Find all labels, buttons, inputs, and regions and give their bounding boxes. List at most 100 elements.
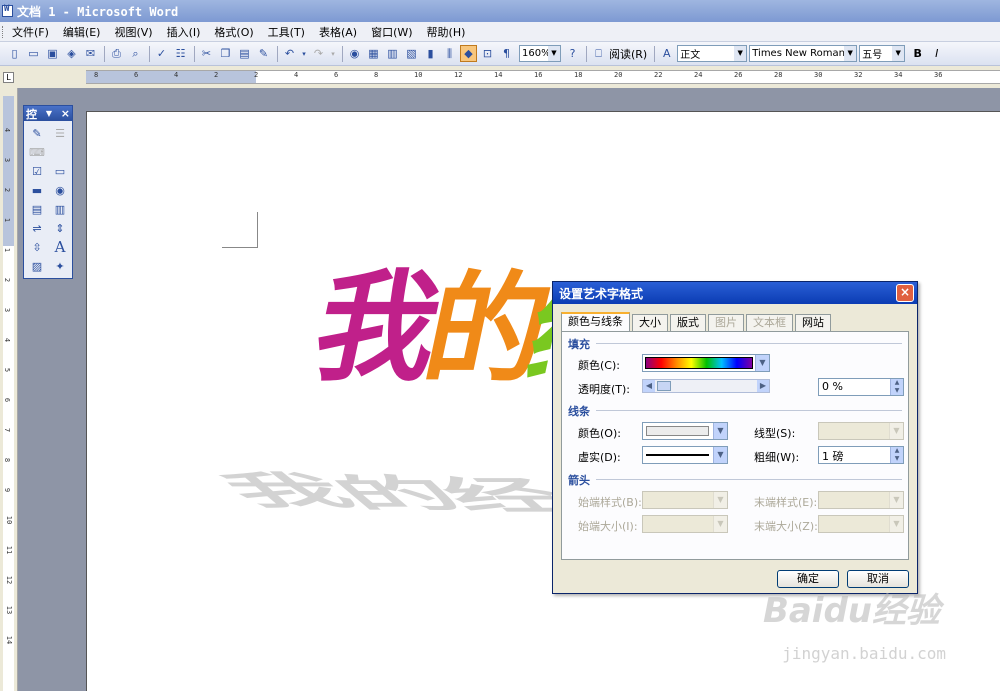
ruler-number: 12 [454,71,463,79]
transparency-slider[interactable]: ◀ ▶ [642,379,770,393]
menu-window[interactable]: 窗口(W) [369,23,414,41]
control-toolbox: 控 ▼ × ✎ ☰ ⌨ ☑ ▭ ▬ ◉ ▤ ▥ ⇌ ⇕ ⇳ A ▨ ✦ [23,105,73,279]
font-combo[interactable]: Times New Roman ▼ [749,45,858,62]
scrollbar-control-icon[interactable]: ⇳ [27,238,47,256]
label-control-icon[interactable]: A [50,238,70,256]
redo-dropdown-icon[interactable]: ▾ [329,45,337,62]
toolbar-separator [104,45,105,62]
control-toolbox-titlebar[interactable]: 控 ▼ × [24,106,72,121]
chevron-down-icon: ▼ [713,516,727,532]
spin-button-icon[interactable]: ⇕ [50,219,70,237]
tab-selector-icon[interactable]: L [3,72,14,83]
email-icon[interactable]: ✉ [82,45,99,62]
help-icon[interactable]: ? [564,45,581,62]
dialog-titlebar[interactable]: 设置艺术字格式 × [553,282,917,304]
menu-file[interactable]: 文件(F) [10,23,51,41]
paragraph-marks-icon[interactable]: ¶ [498,45,515,62]
insert-table-icon[interactable]: ▥ [384,45,401,62]
show-hide-icon[interactable]: ⊡ [479,45,496,62]
dashed-select[interactable]: ▼ [642,446,728,464]
spelling-icon[interactable]: ✓ [153,45,170,62]
menu-edit[interactable]: 编辑(E) [61,23,103,41]
weight-input[interactable]: 1 磅 ▲ ▼ [818,446,904,464]
horizontal-ruler[interactable]: 8 6 4 2 2 4 6 8 10 12 14 16 18 20 22 24 26 28 30 32 34 36 [86,70,1000,84]
read-mode-button[interactable]: 阅读(R) [609,46,647,62]
combobox-control-icon[interactable]: ▥ [50,200,70,218]
chevron-down-icon[interactable]: ▼ [892,46,905,61]
line-color-select[interactable]: ▼ [642,422,728,440]
colors-and-lines-panel: 填充 颜色(C): ▼ 透明度(T): ◀ ▶ 0 % ▲ ▼ 线条 颜色(O):… [561,331,909,560]
read-mode-icon[interactable]: ⎕ [590,45,607,62]
more-controls-icon[interactable]: ✦ [50,257,70,275]
chevron-left-icon[interactable]: ◀ [643,380,655,392]
hyperlink-icon[interactable]: ◉ [346,45,363,62]
save-icon[interactable]: ▣ [44,45,61,62]
tables-borders-icon[interactable]: ▦ [365,45,382,62]
weight-value: 1 磅 [822,450,844,463]
chevron-down-icon[interactable]: ▼ [713,447,727,463]
chevron-right-icon[interactable]: ▶ [757,380,769,392]
ruler-number: 2 [214,71,219,79]
slider-thumb[interactable] [657,381,671,391]
permission-icon[interactable]: ◈ [63,45,80,62]
chevron-down-icon[interactable]: ▼ [548,46,560,61]
bold-button[interactable]: B [909,45,926,62]
checkbox-control-icon[interactable]: ☑ [27,162,47,180]
vertical-ruler[interactable]: 4 3 2 1 1 2 3 4 5 6 7 8 9 10 11 12 13 14 [3,96,14,691]
design-mode-icon[interactable]: ✎ [27,124,47,142]
document-map-icon[interactable]: ◆ [460,45,477,62]
menu-insert[interactable]: 插入(I) [165,23,203,41]
tab-layout[interactable]: 版式 [670,314,706,331]
tab-colors-and-lines[interactable]: 颜色与线条 [561,312,630,331]
undo-dropdown-icon[interactable]: ▾ [300,45,308,62]
fill-color-select[interactable]: ▼ [642,354,770,372]
menu-view[interactable]: 视图(V) [112,23,154,41]
horizontal-ruler-area: L 8 6 4 2 2 4 6 8 10 12 14 16 18 20 22 24 26 28 30 32 34 36 [0,66,1000,88]
close-icon[interactable]: × [896,284,914,302]
chevron-down-icon[interactable]: ▼ [734,46,747,61]
styles-formatting-icon[interactable]: A [658,45,675,62]
spinner-icon[interactable]: ▲ ▼ [890,379,903,395]
chevron-down-icon[interactable]: ▼ [844,46,857,61]
zoom-combo[interactable]: 160% ▼ [519,45,561,62]
menu-format[interactable]: 格式(O) [212,23,255,41]
research-icon[interactable]: ☷ [172,45,189,62]
style-combo[interactable]: 正文 ▼ [677,45,748,62]
chevron-down-icon[interactable]: ▼ [713,423,727,439]
toggle-button-icon[interactable]: ⇌ [27,219,47,237]
print-icon[interactable]: ⎙ [108,45,125,62]
cut-icon[interactable]: ✂ [198,45,215,62]
command-button-icon[interactable]: ▬ [27,181,47,199]
font-size-combo[interactable]: 五号 ▼ [859,45,906,62]
chevron-down-icon[interactable]: ▼ [755,355,769,371]
tab-web[interactable]: 网站 [795,314,831,331]
close-icon[interactable]: × [61,107,70,120]
redo-icon[interactable]: ↷ [310,45,327,62]
view-code-icon[interactable]: ⌨ [27,143,47,161]
toolbox-menu-icon[interactable]: ▼ [46,109,52,118]
tab-size[interactable]: 大小 [632,314,668,331]
insert-excel-icon[interactable]: ▧ [403,45,420,62]
option-button-icon[interactable]: ◉ [50,181,70,199]
transparency-input[interactable]: 0 % ▲ ▼ [818,378,904,396]
paste-icon[interactable]: ▤ [236,45,253,62]
line-style-label: 线型(S): [754,427,796,440]
image-control-icon[interactable]: ▨ [27,257,47,275]
open-folder-icon[interactable]: ▭ [25,45,42,62]
menu-tools[interactable]: 工具(T) [266,23,307,41]
drawing-icon[interactable]: ⫼ [441,45,458,62]
spinner-icon[interactable]: ▲ ▼ [890,447,903,463]
undo-icon[interactable]: ↶ [281,45,298,62]
menu-help[interactable]: 帮助(H) [425,23,468,41]
textbox-control-icon[interactable]: ▭ [50,162,70,180]
print-preview-icon[interactable]: ⌕ [127,45,144,62]
menu-table[interactable]: 表格(A) [317,23,359,41]
copy-icon[interactable]: ❐ [217,45,234,62]
format-painter-icon[interactable]: ✎ [255,45,272,62]
new-document-icon[interactable]: ▯ [6,45,23,62]
listbox-control-icon[interactable]: ▤ [27,200,47,218]
properties-icon[interactable]: ☰ [50,124,70,142]
menu-grip[interactable] [2,26,5,38]
columns-icon[interactable]: ▮ [422,45,439,62]
italic-button[interactable]: I [928,45,945,62]
